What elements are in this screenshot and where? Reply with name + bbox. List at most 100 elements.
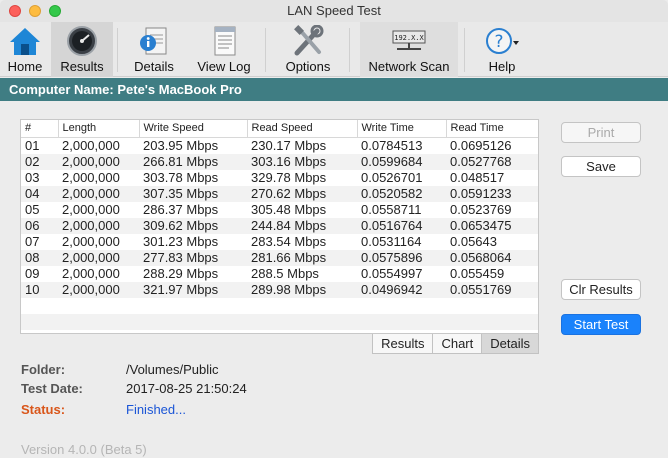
toolbar-details-label: Details [134, 59, 174, 74]
table-cell: 0.0496942 [357, 281, 446, 298]
table-cell: 283.54 Mbps [251, 233, 327, 249]
table-cell [139, 313, 247, 330]
table-cell [139, 298, 247, 314]
clear-results-button[interactable]: Clr Results [561, 279, 641, 300]
table-row[interactable]: 05 2,000,000 286.37 Mbps 305.48 Mbps 0.05587… [21, 202, 538, 218]
column-header-write-speed[interactable]: Write Speed [138, 120, 247, 138]
table-cell: 0.0523769 [450, 201, 512, 217]
tab-results[interactable]: Results [372, 334, 434, 354]
table-row[interactable]: 01 2,000,000 203.95 Mbps 230.17 Mbps 0.07845… [21, 137, 538, 154]
table-cell [446, 313, 538, 330]
table-row[interactable]: 07 2,000,000 301.23 Mbps 283.54 Mbps 0.05311… [21, 234, 538, 250]
zoom-window-button[interactable] [49, 5, 61, 17]
computer-name-bar: Computer Name: Pete's MacBook Pro [0, 78, 668, 101]
table-cell: 07 [25, 233, 40, 249]
toolbar-options-label: Options [285, 59, 331, 74]
toolbar-details-button[interactable]: Details [120, 22, 188, 77]
toolbar-home-button[interactable]: Home [2, 22, 48, 77]
status-value: Finished... [126, 402, 186, 417]
table-cell: 2,000,000 [62, 169, 120, 185]
table-cell: 03 [25, 169, 40, 185]
table-cell: 0.0516764 [357, 217, 446, 234]
column-header-read-time[interactable]: Read Time [445, 120, 538, 138]
app-window: LAN Speed Test Home Results Details View… [0, 0, 668, 458]
table-cell [58, 298, 139, 314]
toolbar-separator [117, 28, 118, 72]
print-button[interactable]: Print [561, 122, 641, 143]
table-cell [247, 298, 357, 314]
speedometer-icon [67, 26, 97, 56]
table-cell: 288.5 Mbps [251, 265, 319, 281]
home-icon [10, 28, 40, 55]
table-cell: 2,000,000 [62, 201, 120, 217]
table-cell: 0.0784513 [361, 137, 423, 153]
toolbar: Home Results Details View Log Options 19… [0, 22, 668, 77]
table-row[interactable]: 03 2,000,000 303.78 Mbps 329.78 Mbps 0.05267… [21, 170, 538, 186]
table-cell: 0.0520582 [357, 185, 446, 202]
table-cell: 06 [21, 217, 58, 234]
table-cell: 10 [21, 281, 58, 298]
table-cell: 2,000,000 [62, 233, 120, 249]
table-cell [357, 313, 446, 330]
info-doc-icon [140, 27, 167, 55]
results-table[interactable]: # Length Write Speed Read Speed Write Ti… [20, 119, 539, 334]
toolbar-separator [349, 28, 350, 72]
test-date-label: Test Date: [21, 381, 83, 396]
column-header-write-time[interactable]: Write Time [356, 120, 446, 138]
table-cell: 0.0653475 [446, 217, 538, 234]
window-title: LAN Speed Test [287, 3, 381, 18]
table-row[interactable]: 06 2,000,000 309.62 Mbps 244.84 Mbps 0.05167… [21, 217, 538, 234]
tab-chart[interactable]: Chart [433, 334, 483, 354]
table-cell: 2,000,000 [62, 137, 120, 153]
table-cell: 307.35 Mbps [139, 185, 247, 202]
table-cell: 289.98 Mbps [247, 281, 357, 298]
table-cell: 2,000,000 [58, 249, 139, 266]
view-tabs: Results Chart Details [372, 334, 539, 354]
empty-table-row [21, 298, 538, 314]
table-row[interactable]: 08 2,000,000 277.83 Mbps 281.66 Mbps 0.05758… [21, 249, 538, 266]
toolbar-options-button[interactable]: Options [276, 22, 340, 77]
toolbar-help-button[interactable]: ? Help [474, 22, 530, 77]
start-test-button[interactable]: Start Test [561, 314, 641, 335]
table-cell: 244.84 Mbps [247, 217, 357, 234]
toolbar-network-scan-label: Network Scan [368, 59, 450, 74]
table-row[interactable]: 09 2,000,000 288.29 Mbps 288.5 Mbps 0.055499… [21, 266, 538, 282]
table-cell: 303.16 Mbps [247, 153, 357, 170]
table-cell: 2,000,000 [62, 265, 120, 281]
folder-label: Folder: [21, 362, 66, 377]
toolbar-view-log-button[interactable]: View Log [190, 22, 258, 77]
table-cell: 309.62 Mbps [139, 217, 247, 234]
tab-details[interactable]: Details [482, 334, 539, 354]
column-header-length[interactable]: Length [57, 120, 139, 138]
table-cell: 05 [25, 201, 40, 217]
table-cell: 0.0551769 [446, 281, 538, 298]
column-header-number[interactable]: # [21, 120, 58, 138]
empty-table-row [21, 313, 538, 330]
close-window-button[interactable] [9, 5, 21, 17]
table-cell: 02 [21, 153, 58, 170]
table-cell: 0.0526701 [361, 169, 423, 185]
table-row[interactable]: 04 2,000,000 307.35 Mbps 270.62 Mbps 0.05205… [21, 185, 538, 202]
toolbar-view-log-label: View Log [197, 59, 251, 74]
table-row[interactable]: 10 2,000,000 321.97 Mbps 289.98 Mbps 0.04969… [21, 281, 538, 298]
table-cell: 0.0575896 [357, 249, 446, 266]
table-cell: 0.05643 [450, 233, 497, 249]
column-header-read-speed[interactable]: Read Speed [246, 120, 357, 138]
minimize-window-button[interactable] [29, 5, 41, 17]
svg-text:?: ? [494, 32, 503, 52]
table-cell: 0.055459 [450, 265, 505, 281]
folder-value: /Volumes/Public [126, 362, 219, 377]
toolbar-help-label: Help [488, 59, 516, 74]
table-cell: 277.83 Mbps [139, 249, 247, 266]
table-cell [21, 298, 58, 314]
table-cell [357, 298, 446, 314]
toolbar-results-button[interactable]: Results [51, 22, 113, 77]
toolbar-network-scan-button[interactable]: 192.X.X Network Scan [360, 22, 458, 77]
table-row[interactable]: 02 2,000,000 266.81 Mbps 303.16 Mbps 0.05996… [21, 153, 538, 170]
table-cell: 286.37 Mbps [143, 201, 219, 217]
table-cell: 04 [21, 185, 58, 202]
table-cell: 08 [21, 249, 58, 266]
table-cell [58, 313, 139, 330]
table-cell: 288.29 Mbps [143, 265, 219, 281]
save-button[interactable]: Save [561, 156, 641, 177]
